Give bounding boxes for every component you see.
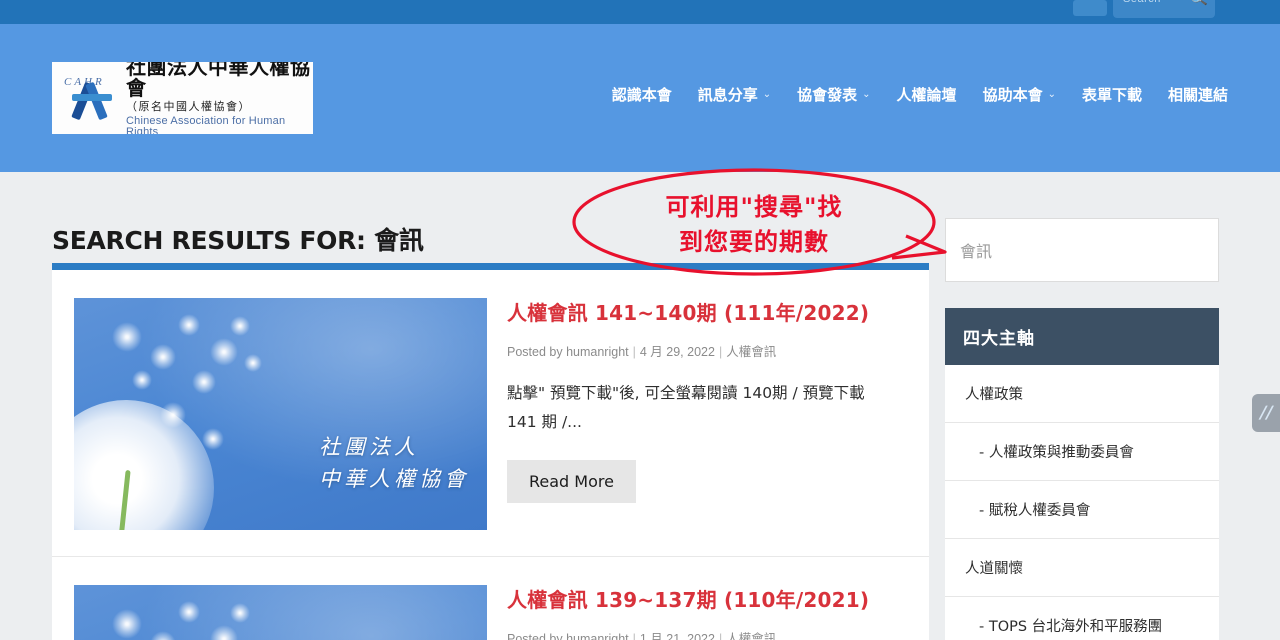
- nav-item-forms[interactable]: 表單下載: [1082, 84, 1142, 105]
- nav-item-links[interactable]: 相關連結: [1168, 84, 1228, 105]
- widget-item-list: 人權政策 - 人權政策與推動委員會 - 賦稅人權委員會 人道關懷 - TOPS …: [945, 365, 1219, 640]
- layers-icon: //: [1257, 403, 1275, 423]
- widget-title: 四大主軸: [945, 308, 1219, 365]
- annotation-line1: 可利用"搜尋"找: [665, 193, 843, 221]
- article-date: 1 月 21, 2022: [639, 632, 715, 640]
- annotation-text: 可利用"搜尋"找 到您要的期數: [624, 190, 884, 260]
- article-author[interactable]: humanright: [566, 632, 629, 640]
- thumbnail-caption: 社團法人 中華人權協會: [319, 431, 469, 496]
- site-logo[interactable]: CAHR 社團法人中華人權協會 （原名中國人權協會） Chinese Assoc…: [52, 62, 313, 134]
- nav-item-about[interactable]: 認識本會: [612, 84, 672, 105]
- article-thumbnail[interactable]: 社團法人 中華人權協會: [74, 298, 487, 530]
- cahr-logo-icon: CAHR: [62, 70, 120, 126]
- article-category[interactable]: 人權會訊: [726, 632, 776, 640]
- annotation-callout: 可利用"搜尋"找 到您要的期數: [562, 166, 952, 286]
- nav-label: 相關連結: [1167, 86, 1228, 104]
- nav-label: 協助本會: [982, 86, 1043, 104]
- sidebar-item-tops[interactable]: - TOPS 台北海外和平服務團: [945, 597, 1219, 640]
- thumbnail-caption-line2: 中華人權協會: [319, 467, 469, 492]
- topbar-button[interactable]: [1073, 0, 1107, 16]
- main-navigation: 認識本會 訊息分享 ⌄ 協會發表 ⌄ 人權論壇 協助本會 ⌄ 表單下載 相關連結: [612, 84, 1228, 105]
- chevron-down-icon: ⌄: [762, 89, 772, 100]
- thumbnail-caption-line1: 社團法人: [319, 434, 419, 459]
- top-utility-bar: Search 🔍: [0, 0, 1280, 24]
- page-title-prefix: SEARCH RESULTS FOR:: [52, 226, 375, 255]
- sidebar-search-value: 會訊: [960, 242, 993, 261]
- article-title-link[interactable]: 人權會訊 139~137期 (110年/2021): [507, 587, 899, 613]
- article-body: 人權會訊 141~140期 (111年/2022) Posted by huma…: [487, 298, 899, 530]
- sidebar-item-policy-committee[interactable]: - 人權政策與推動委員會: [945, 423, 1219, 481]
- topbar-search-field[interactable]: Search 🔍: [1113, 0, 1215, 18]
- search-icon[interactable]: 🔍: [1190, 0, 1209, 9]
- logo-name-en: Chinese Association for Human Rights: [126, 114, 286, 134]
- logo-text-block: 社團法人中華人權協會 （原名中國人權協會） Chinese Associatio…: [120, 62, 313, 134]
- site-header: CAHR 社團法人中華人權協會 （原名中國人權協會） Chinese Assoc…: [0, 24, 1280, 172]
- topbar-search-value: Search: [1123, 0, 1161, 5]
- nav-item-news[interactable]: 訊息分享 ⌄: [698, 84, 771, 105]
- page-root: Search 🔍 CAHR 社團法人中華人權協會 （原名中國人權協會） Chin…: [0, 0, 1280, 640]
- nav-label: 認識本會: [611, 86, 672, 104]
- search-result-item: 社團法人 中華人權協會 人權會訊 139~137期 (110年/2021) Po…: [52, 557, 929, 640]
- page-title-keyword: 會訊: [374, 226, 424, 255]
- edge-widget-button[interactable]: //: [1252, 394, 1280, 432]
- chevron-down-icon: ⌄: [862, 89, 871, 100]
- search-result-item: 社團法人 中華人權協會 人權會訊 141~140期 (111年/2022) Po…: [52, 270, 929, 557]
- nav-label: 協會發表: [797, 86, 858, 104]
- read-more-button[interactable]: Read More: [507, 460, 636, 504]
- nav-label: 人權論壇: [896, 86, 957, 104]
- nav-item-support[interactable]: 協助本會 ⌄: [983, 84, 1056, 105]
- article-title-link[interactable]: 人權會訊 141~140期 (111年/2022): [507, 300, 899, 326]
- logo-name-sub: （原名中國人權協會）: [126, 100, 251, 114]
- sidebar-item-human-rights-policy[interactable]: 人權政策: [945, 365, 1219, 423]
- page-title: SEARCH RESULTS FOR: 會訊: [52, 221, 424, 257]
- sidebar-search-input[interactable]: 會訊: [945, 218, 1219, 282]
- article-excerpt: 點擊" 預覽下載"後, 可全螢幕閱讀 140期 / 預覽下載 141 期 /..…: [507, 384, 865, 431]
- article-body: 人權會訊 139~137期 (110年/2021) Posted by huma…: [487, 585, 899, 640]
- sidebar-widget-four-pillars: 四大主軸 人權政策 - 人權政策與推動委員會 - 賦稅人權委員會 人道關懷 - …: [945, 308, 1219, 640]
- posted-by-label: Posted by: [507, 632, 563, 640]
- article-meta: Posted by humanright | 1 月 21, 2022 | 人權會訊: [507, 628, 899, 640]
- nav-label: 表單下載: [1081, 86, 1142, 104]
- sidebar: 會訊 四大主軸 人權政策 - 人權政策與推動委員會 - 賦稅人權委員會 人道關懷…: [945, 218, 1219, 640]
- chevron-down-icon: ⌄: [1047, 89, 1056, 100]
- search-results-list: 社團法人 中華人權協會 人權會訊 141~140期 (111年/2022) Po…: [52, 263, 929, 640]
- posted-by-label: Posted by: [507, 345, 563, 359]
- nav-label: 訊息分享: [697, 86, 758, 104]
- sidebar-item-humanitarian-care[interactable]: 人道關懷: [945, 539, 1219, 597]
- article-author[interactable]: humanright: [566, 345, 629, 359]
- article-date: 4 月 29, 2022: [639, 345, 715, 359]
- annotation-line2: 到您要的期數: [679, 227, 829, 256]
- article-meta: Posted by humanright | 4 月 29, 2022 | 人權會訊: [507, 345, 777, 359]
- sidebar-item-tax-rights-committee[interactable]: - 賦稅人權委員會: [945, 481, 1219, 539]
- nav-item-publications[interactable]: 協會發表 ⌄: [797, 84, 870, 105]
- logo-name-cn: 社團法人中華人權協會: [126, 62, 311, 101]
- nav-item-forum[interactable]: 人權論壇: [897, 84, 957, 105]
- article-category[interactable]: 人權會訊: [726, 345, 776, 359]
- article-thumbnail[interactable]: 社團法人 中華人權協會: [74, 585, 487, 640]
